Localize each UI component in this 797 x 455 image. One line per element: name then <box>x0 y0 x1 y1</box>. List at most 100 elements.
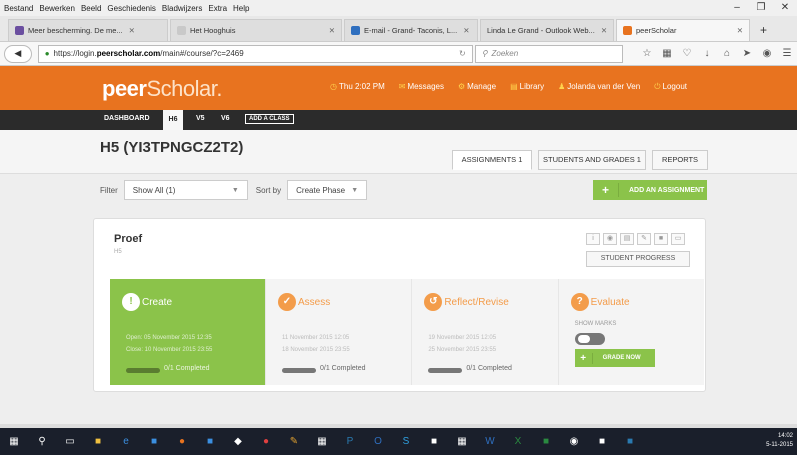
firefox-icon[interactable]: ● <box>170 433 194 451</box>
site-icon <box>177 26 186 35</box>
publisher-icon[interactable]: P <box>338 433 362 451</box>
pocket-icon[interactable]: ♡ <box>677 48 697 59</box>
download-icon[interactable]: ↓ <box>697 48 717 59</box>
nav-v6[interactable]: V6 <box>221 115 230 122</box>
manage-link[interactable]: ⚙ Manage <box>458 82 496 92</box>
tab-reports[interactable]: REPORTS <box>652 150 708 170</box>
user-link[interactable]: ♟ Jolanda van der Ven <box>558 82 640 92</box>
store-icon[interactable]: ■ <box>142 433 166 451</box>
app-icon[interactable]: ▦ <box>450 433 474 451</box>
taskbar: ▦ ⚲ ▭ ■ e ■ ● ■ ◆ ● ✎ ▦ P O S ■ ▦ W X ■ … <box>0 428 797 455</box>
app-icon[interactable]: ◆ <box>226 433 250 451</box>
toolbar-icons: ☆ ▦ ♡ ↓ ⌂ ➤ ◉ ☰ <box>637 48 797 59</box>
close-tab-icon[interactable]: ✕ <box>329 26 335 35</box>
menu-bestand[interactable]: Bestand <box>4 4 33 13</box>
skype-icon[interactable]: S <box>394 433 418 451</box>
library-icon: ▤ <box>510 82 518 91</box>
info-icon[interactable]: i <box>586 233 600 245</box>
close-tab-icon[interactable]: ✕ <box>129 26 135 35</box>
app-icon[interactable]: ■ <box>422 433 446 451</box>
show-marks-toggle[interactable] <box>574 333 605 345</box>
messages-link[interactable]: ✉ Messages <box>399 82 444 92</box>
library-link[interactable]: ▤ Library <box>510 82 544 92</box>
send-icon[interactable]: ➤ <box>737 48 757 59</box>
tab-students-grades[interactable]: STUDENTS AND GRADES 1 <box>538 150 646 170</box>
browser-tab-5[interactable]: peerScholar ✕ <box>616 19 750 41</box>
home-icon[interactable]: ⌂ <box>717 48 737 59</box>
app-icon[interactable]: ■ <box>198 433 222 451</box>
chrome-icon[interactable]: ● <box>254 433 278 451</box>
chevron-down-icon: ▼ <box>351 186 359 194</box>
assignment-title[interactable]: Proef <box>114 233 142 245</box>
bookmarks-icon[interactable]: ▦ <box>657 48 677 59</box>
browser-tab-3[interactable]: E-mail - Grand- Taconis, L... ✕ <box>344 19 478 41</box>
reload-icon[interactable]: ↻ <box>459 49 466 58</box>
address-field[interactable]: ● https://login. peerscholar.com/main#/co… <box>37 44 473 63</box>
plus-icon: + <box>593 183 619 197</box>
explorer-icon[interactable]: ■ <box>86 433 110 451</box>
menu-help[interactable]: Help <box>233 4 249 13</box>
phase-assess[interactable]: ✓ Assess 11 November 2015 12:05 18 Novem… <box>266 279 413 385</box>
logout-link[interactable]: ⏻ Logout <box>654 82 687 92</box>
menu-extra[interactable]: Extra <box>208 4 227 13</box>
task-view-icon[interactable]: ▭ <box>58 433 82 451</box>
minimize-icon[interactable]: – <box>725 0 749 16</box>
word-icon[interactable]: W <box>478 433 502 451</box>
site-header: peerScholar. ◷ Thu 2:02 PM ✉ Messages ⚙ Man… <box>0 66 797 110</box>
back-icon[interactable]: ◀ <box>4 44 32 63</box>
filter-select[interactable]: Show All (1) ▼ <box>123 180 248 200</box>
phase-create[interactable]: ! Create Open: 05 November 2015 12:35 Cl… <box>110 279 266 385</box>
app-icon[interactable]: ■ <box>618 433 642 451</box>
mail-icon <box>351 26 360 35</box>
peerscholar-logo[interactable]: peerScholar. <box>102 76 222 102</box>
search-input[interactable]: ⚲ Zoeken <box>474 44 623 63</box>
student-progress-button[interactable]: STUDENT PROGRESS <box>586 251 690 267</box>
star-icon[interactable]: ☆ <box>637 48 657 59</box>
close-tab-icon[interactable]: ✕ <box>737 26 743 35</box>
menu-geschiedenis[interactable]: Geschiedenis <box>107 4 155 13</box>
tab-assignments[interactable]: ASSIGNMENTS 1 <box>452 150 532 170</box>
browser-tab-2[interactable]: Het Hooghuis ✕ <box>170 19 342 41</box>
progress-bar <box>428 368 463 373</box>
add-assignment-button[interactable]: + ADD AN ASSIGNMENT <box>593 180 707 200</box>
calculator-icon[interactable]: ▦ <box>310 433 334 451</box>
restore-icon[interactable]: ❐ <box>749 0 773 16</box>
close-window-icon[interactable]: ✕ <box>773 0 797 16</box>
menu-icon[interactable]: ☰ <box>777 48 797 59</box>
progress-bar <box>282 368 316 373</box>
phase-evaluate[interactable]: ? Evaluate SHOW MARKS + GRADE NOW <box>558 279 704 385</box>
browser-tab-4[interactable]: Linda Le Grand - Outlook Web... ✕ <box>480 19 614 41</box>
nav-h6[interactable]: H6 <box>163 110 183 130</box>
clock-item: ◷ Thu 2:02 PM <box>330 82 385 91</box>
close-tab-icon[interactable]: ✕ <box>601 26 607 35</box>
system-tray[interactable]: 14:02 5-11-2015 <box>766 432 793 450</box>
copy-icon[interactable]: ▤ <box>620 233 634 245</box>
trash-icon[interactable]: ▭ <box>671 233 685 245</box>
menu-bladwijzers[interactable]: Bladwijzers <box>162 4 202 13</box>
view-icon[interactable]: ◉ <box>603 233 617 245</box>
new-tab-button[interactable]: + <box>752 19 775 41</box>
edit-icon[interactable]: ✎ <box>637 233 651 245</box>
excel-icon[interactable]: X <box>506 433 530 451</box>
abp-icon[interactable]: ◉ <box>757 48 777 59</box>
phase-reflect[interactable]: ↺ Reflect/Revise 19 November 2015 12:05 … <box>412 279 559 385</box>
title-area: H5 (YI3TPNGCZ2T2) ASSIGNMENTS 1 STUDENTS… <box>0 130 797 174</box>
sort-select[interactable]: Create Phase ▼ <box>287 180 368 200</box>
nav-dashboard[interactable]: DASHBOARD <box>104 115 150 122</box>
close-tab-icon[interactable]: ✕ <box>463 26 469 35</box>
browser-tab-1[interactable]: Meer bescherming. De me... ✕ <box>8 19 168 41</box>
menu-beeld[interactable]: Beeld <box>81 4 101 13</box>
menu-bewerken[interactable]: Bewerken <box>39 4 75 13</box>
add-class-button[interactable]: ADD A CLASS <box>245 114 294 124</box>
paint-icon[interactable]: ✎ <box>282 433 306 451</box>
outlook-icon[interactable]: O <box>366 433 390 451</box>
start-icon[interactable]: ▦ <box>2 433 26 451</box>
edge-icon[interactable]: e <box>114 433 138 451</box>
app-icon[interactable]: ◉ <box>562 433 586 451</box>
grade-now-button[interactable]: + GRADE NOW <box>574 349 655 367</box>
search-icon[interactable]: ⚲ <box>30 433 54 451</box>
app-icon[interactable]: ■ <box>590 433 614 451</box>
nav-v5[interactable]: V5 <box>196 115 205 122</box>
lock-icon[interactable]: ■ <box>654 233 668 245</box>
app-icon[interactable]: ■ <box>534 433 558 451</box>
